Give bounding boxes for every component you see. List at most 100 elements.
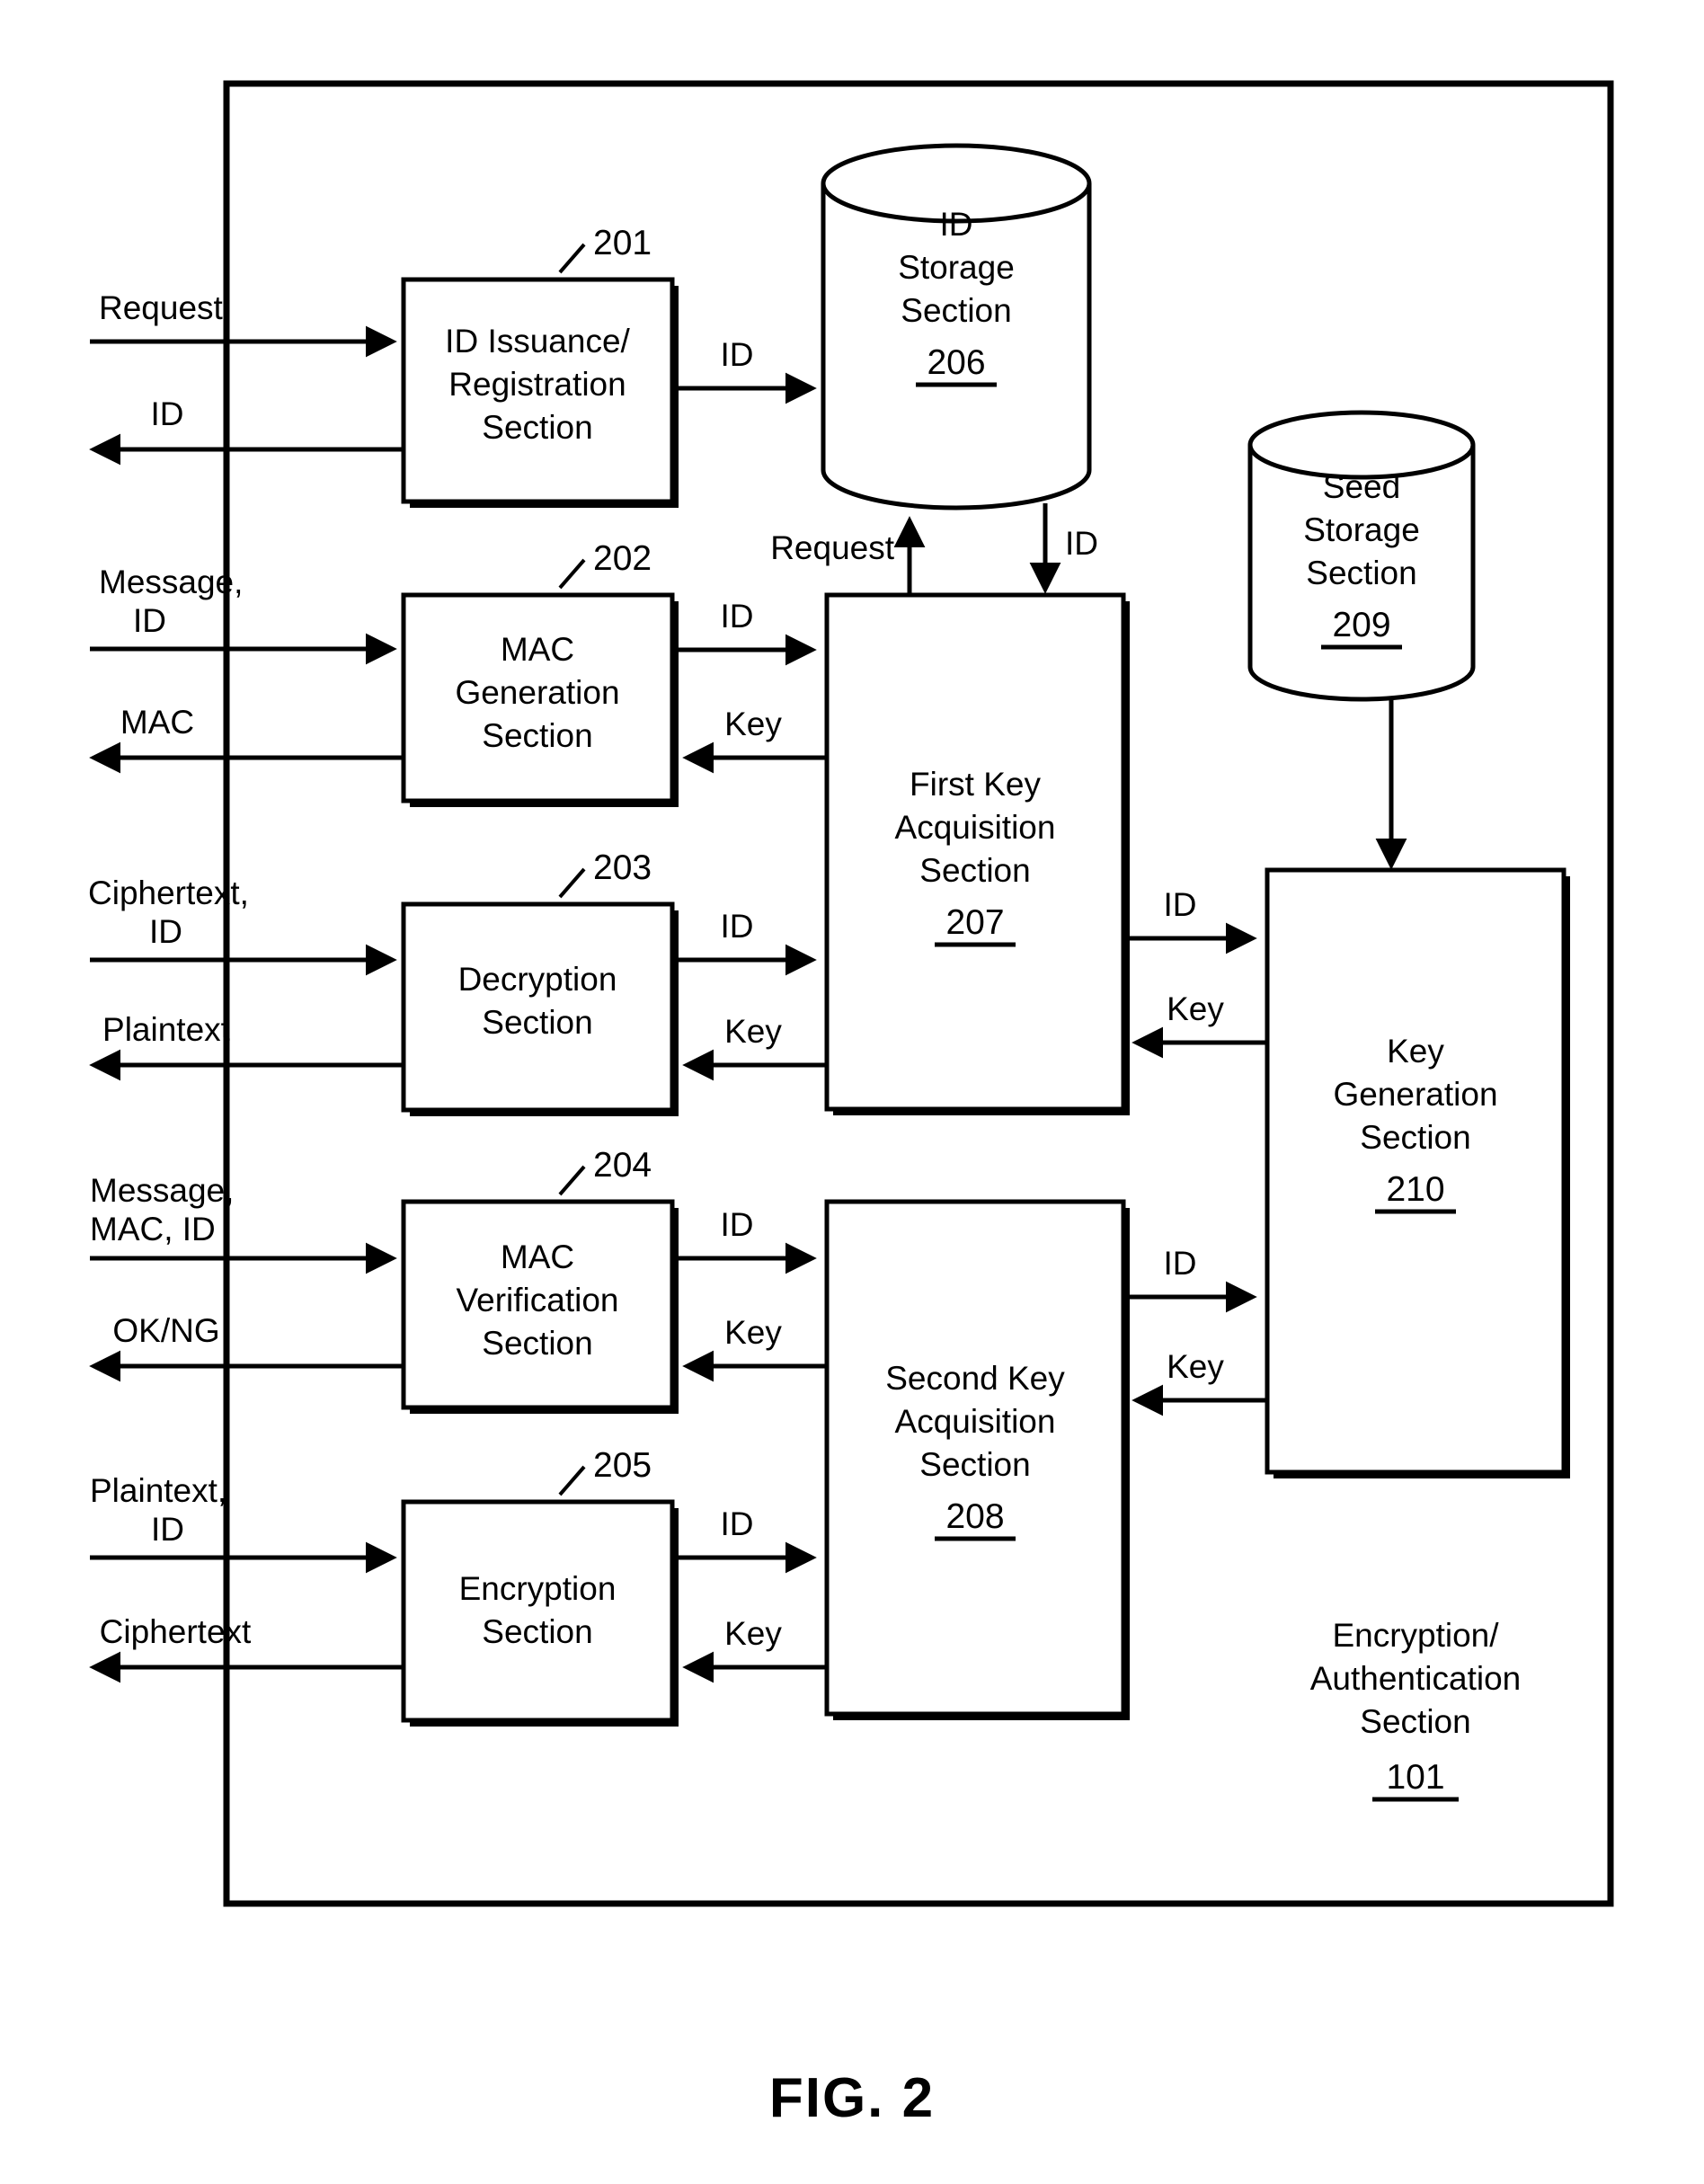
flow-label-key-208-205: Key bbox=[724, 1615, 782, 1652]
io-label-ciphertext-id-in-2: ID bbox=[149, 913, 182, 950]
arrow-207-to-210-id: ID bbox=[1123, 886, 1257, 954]
reference-numeral-204: 204 bbox=[593, 1146, 652, 1185]
arrow-207-to-206-request: Request bbox=[770, 516, 926, 595]
arrow-message-id-to-202: Message, ID bbox=[90, 564, 397, 665]
cylinder-seed-storage: Seed Storage Section 209 bbox=[1247, 410, 1476, 702]
arrow-207-to-202-key: Key bbox=[682, 706, 827, 774]
block-label-line: Section bbox=[1306, 555, 1416, 591]
flow-label-id-204-208: ID bbox=[721, 1206, 754, 1243]
block-first-key-acquisition: First Key Acquisition Section 207 bbox=[824, 592, 1130, 1115]
reference-numeral-205: 205 bbox=[593, 1446, 652, 1485]
flow-label-key-210-207: Key bbox=[1167, 990, 1224, 1027]
block-label-line: Section bbox=[919, 1446, 1030, 1483]
arrow-205-to-ciphertext-out: Ciphertext bbox=[89, 1613, 404, 1683]
arrow-208-to-210-id: ID bbox=[1123, 1245, 1257, 1313]
block-decryption: Decryption Section 203 bbox=[401, 848, 679, 1116]
block-label-line: Section bbox=[482, 1613, 592, 1650]
figure-caption: FIG. 2 bbox=[769, 2067, 935, 2129]
block-label-line: Seed bbox=[1323, 468, 1400, 505]
block-encryption: Encryption Section 205 bbox=[401, 1446, 679, 1727]
arrow-208-to-205-key: Key bbox=[682, 1615, 827, 1683]
block-label-line: First Key bbox=[910, 766, 1041, 803]
reference-numeral-206: 206 bbox=[927, 343, 985, 382]
io-label-message-id-in-1: Message, bbox=[99, 564, 243, 600]
flow-label-id-205-208: ID bbox=[721, 1505, 754, 1542]
reference-numeral-208: 208 bbox=[945, 1497, 1004, 1536]
io-label-message-mac-id-in-2: MAC, ID bbox=[90, 1211, 216, 1247]
reference-numeral-210: 210 bbox=[1386, 1170, 1444, 1209]
io-label-message-id-in-2: ID bbox=[133, 602, 166, 639]
arrow-request-to-201: Request bbox=[90, 289, 397, 358]
block-label-line: MAC bbox=[501, 1238, 574, 1275]
io-label-ciphertext-id-in-1: Ciphertext, bbox=[88, 874, 249, 911]
io-label-id-out: ID bbox=[151, 395, 184, 432]
flow-label-id-201-206: ID bbox=[721, 336, 754, 373]
io-label-request-in: Request bbox=[99, 289, 224, 326]
reference-numeral-201: 201 bbox=[593, 224, 652, 262]
arrow-202-to-mac-out: MAC bbox=[89, 704, 404, 774]
block-label-line: Section bbox=[482, 1325, 592, 1362]
flow-label-id-206-207: ID bbox=[1065, 525, 1098, 562]
io-label-mac-out: MAC bbox=[120, 704, 194, 741]
flow-label-request-207-206: Request bbox=[770, 529, 895, 566]
block-label-line: MAC bbox=[501, 631, 574, 668]
io-label-plaintext-out: Plaintext bbox=[102, 1011, 231, 1048]
arrow-203-to-207-id: ID bbox=[672, 908, 817, 976]
io-label-plaintext-id-in-2: ID bbox=[151, 1511, 184, 1548]
arrow-206-to-207-id: ID bbox=[1029, 503, 1098, 594]
arrow-201-to-id-out: ID bbox=[89, 395, 404, 466]
block-label-line: ID Issuance/ bbox=[445, 323, 630, 360]
block-label-line: Key bbox=[1387, 1033, 1444, 1070]
arrow-message-mac-id-to-204: Message, MAC, ID bbox=[90, 1172, 397, 1274]
block-key-generation: Key Generation Section 210 bbox=[1265, 867, 1570, 1478]
block-label-line: Section bbox=[901, 292, 1011, 329]
block-label-line: Generation bbox=[455, 674, 619, 711]
arrow-201-to-206-id: ID bbox=[672, 336, 817, 404]
io-label-message-mac-id-in-1: Message, bbox=[90, 1172, 234, 1209]
block-label-line: Section bbox=[482, 409, 592, 446]
block-id-issuance-registration: ID Issuance/ Registration Section 201 bbox=[401, 224, 679, 508]
block-label-line: Registration bbox=[448, 366, 626, 403]
arrow-205-to-208-id: ID bbox=[672, 1505, 817, 1574]
block-label-line: Acquisition bbox=[895, 809, 1056, 846]
arrow-210-to-207-key: Key bbox=[1132, 990, 1267, 1059]
block-second-key-acquisition: Second Key Acquisition Section 208 bbox=[824, 1199, 1130, 1720]
flow-label-id-203-207: ID bbox=[721, 908, 754, 945]
arrow-203-to-plaintext-out: Plaintext bbox=[89, 1011, 404, 1081]
block-label-line: Storage bbox=[898, 249, 1015, 286]
flow-label-id-202-207: ID bbox=[721, 598, 754, 635]
outer-container-caption: Encryption/ Authentication Section 101 bbox=[1310, 1617, 1521, 1802]
flow-label-key-207-202: Key bbox=[724, 706, 782, 742]
reference-numeral-207: 207 bbox=[945, 903, 1004, 942]
arrow-204-to-okng-out: OK/NG bbox=[89, 1312, 404, 1382]
arrow-ciphertext-id-to-203: Ciphertext, ID bbox=[88, 874, 397, 976]
block-label-line: Acquisition bbox=[895, 1403, 1056, 1440]
arrow-207-to-203-key: Key bbox=[682, 1013, 827, 1081]
figure-2-block-diagram: ID Issuance/ Registration Section 201 MA… bbox=[88, 80, 1614, 2129]
arrow-202-to-207-id: ID bbox=[672, 598, 817, 666]
io-label-plaintext-id-in-1: Plaintext, bbox=[90, 1472, 226, 1509]
patent-figure: ID Issuance/ Registration Section 201 MA… bbox=[0, 0, 1704, 2184]
flow-label-key-207-203: Key bbox=[724, 1013, 782, 1050]
block-label-line: Storage bbox=[1303, 511, 1420, 548]
arrow-plaintext-id-to-205: Plaintext, ID bbox=[90, 1472, 397, 1574]
reference-numeral-209: 209 bbox=[1332, 606, 1390, 644]
io-label-ciphertext-out: Ciphertext bbox=[100, 1613, 252, 1650]
block-label-line: Second Key bbox=[885, 1360, 1065, 1397]
arrow-210-to-208-key: Key bbox=[1132, 1348, 1267, 1416]
container-label-line: Encryption/ bbox=[1332, 1617, 1499, 1654]
block-mac-generation: MAC Generation Section 202 bbox=[401, 539, 679, 807]
block-label-line: Verification bbox=[457, 1282, 619, 1318]
block-label-line: Generation bbox=[1333, 1076, 1497, 1113]
block-label-line: Decryption bbox=[458, 961, 617, 998]
flow-label-id-208-210: ID bbox=[1164, 1245, 1197, 1282]
block-label-line: Section bbox=[1360, 1119, 1470, 1156]
block-mac-verification: MAC Verification Section 204 bbox=[401, 1146, 679, 1414]
arrow-204-to-208-id: ID bbox=[672, 1206, 817, 1274]
block-label-line: Section bbox=[919, 852, 1030, 889]
flow-label-key-208-204: Key bbox=[724, 1314, 782, 1351]
reference-numeral-202: 202 bbox=[593, 539, 652, 578]
io-label-ok-ng-out: OK/NG bbox=[112, 1312, 219, 1349]
arrow-208-to-204-key: Key bbox=[682, 1314, 827, 1382]
block-label-line: ID bbox=[940, 206, 973, 243]
